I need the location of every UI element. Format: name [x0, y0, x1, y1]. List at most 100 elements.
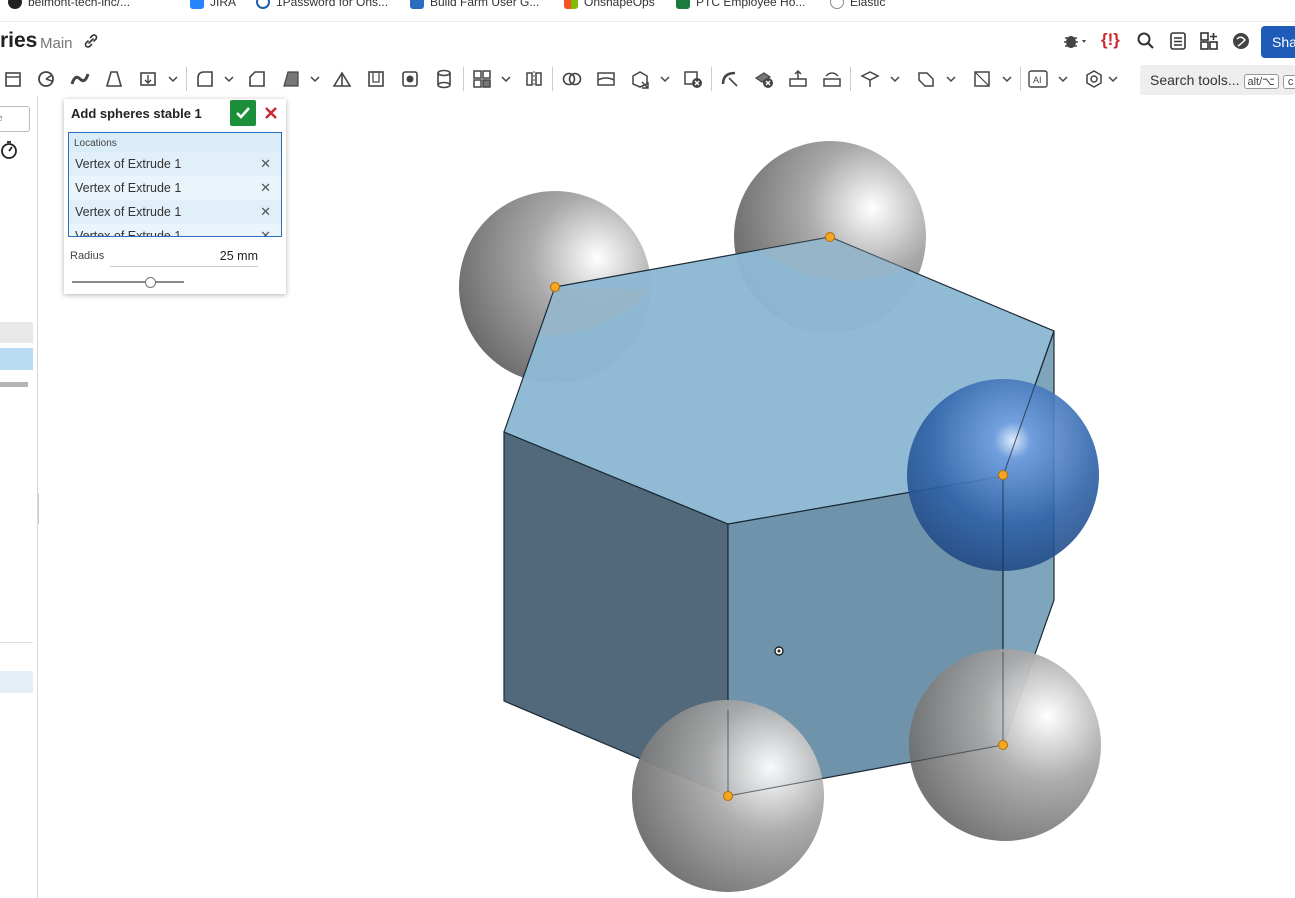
radius-slider-thumb[interactable]	[144, 277, 156, 288]
chevron-down-icon[interactable]	[946, 71, 956, 83]
cursor-target-icon	[774, 646, 784, 656]
bookmark-label: belmont-tech-inc/...	[28, 0, 131, 9]
hole-tool-icon[interactable]	[399, 68, 421, 90]
bookmark-onshapeops[interactable]: OnshapeOps	[564, 0, 655, 9]
toolbar-divider	[1020, 67, 1021, 91]
accept-button[interactable]	[230, 100, 256, 126]
location-item-label: Vertex of Extrude 1	[75, 205, 182, 219]
cancel-button[interactable]	[262, 103, 280, 123]
radius-slider-track[interactable]	[72, 281, 184, 283]
location-item[interactable]: Vertex of Extrude 1 ✕	[69, 200, 281, 224]
remove-location-icon[interactable]: ✕	[260, 156, 271, 172]
feature-toolbar: AI Search tools... alt/⌥ c	[0, 62, 1295, 96]
chevron-down-icon[interactable]	[1108, 71, 1118, 83]
notifications-icon[interactable]: {!}	[1101, 30, 1120, 50]
branch-label[interactable]: Main	[40, 35, 73, 52]
location-item[interactable]: Vertex of Extrude 1 ✕	[69, 224, 281, 236]
shell-tool-icon[interactable]	[365, 68, 387, 90]
feature-list-panel: e	[0, 96, 38, 898]
bookmark-elastic[interactable]: Elastic	[830, 0, 885, 9]
delete-face-icon[interactable]	[753, 68, 775, 90]
loft-tool-icon[interactable]	[103, 68, 125, 90]
location-item[interactable]: Vertex of Extrude 1 ✕	[69, 176, 281, 200]
fillet-tool-icon[interactable]	[194, 68, 216, 90]
move-face-icon[interactable]	[787, 68, 809, 90]
vertex-point[interactable]	[723, 791, 733, 801]
vertex-point[interactable]	[998, 470, 1008, 480]
bookmark-github[interactable]: belmont-tech-inc/...	[8, 0, 130, 9]
feature-filter-input[interactable]: e	[0, 106, 30, 132]
bookmark-label: JIRA	[210, 0, 237, 9]
draft-tool-icon[interactable]	[280, 68, 302, 90]
bookmark-build-farm[interactable]: Build Farm User G...	[410, 0, 539, 9]
share-button[interactable]: Sha	[1261, 26, 1295, 58]
chevron-down-icon[interactable]	[310, 71, 320, 83]
checklist-icon[interactable]	[1168, 31, 1188, 56]
bookmark-1password[interactable]: 1Password for Ons...	[256, 0, 388, 9]
link-icon[interactable]	[82, 32, 100, 55]
vertex-point[interactable]	[825, 232, 835, 242]
remove-location-icon[interactable]: ✕	[260, 228, 271, 236]
document-header: ries Main {!} Sha	[0, 24, 1295, 60]
delete-part-icon[interactable]	[682, 68, 704, 90]
plane-tool-icon[interactable]	[859, 68, 881, 90]
search-icon[interactable]	[1136, 31, 1156, 56]
pattern-tool-icon[interactable]	[471, 68, 493, 90]
sweep-tool-icon[interactable]	[69, 68, 91, 90]
app-store-icon[interactable]	[1199, 31, 1219, 56]
cylinder-tool-icon[interactable]	[433, 68, 455, 90]
shortcut-hint: alt/⌥	[1243, 74, 1279, 89]
chevron-down-icon[interactable]	[890, 71, 900, 83]
toolbar-divider	[463, 67, 464, 91]
panel-divider	[0, 642, 33, 643]
chevron-down-icon[interactable]	[168, 71, 178, 83]
replace-face-icon[interactable]	[821, 68, 843, 90]
feature-row[interactable]	[0, 322, 33, 343]
bookmark-ptc[interactable]: PTC Employee Ho...	[676, 0, 805, 9]
feature-row-selected[interactable]	[0, 348, 33, 370]
chamfer-tool-icon[interactable]	[246, 68, 268, 90]
locations-selection-box[interactable]: Locations Vertex of Extrude 1 ✕ Vertex of…	[68, 132, 282, 237]
remove-location-icon[interactable]: ✕	[260, 204, 271, 220]
thicken-tool-icon[interactable]	[137, 68, 159, 90]
frame-tool-icon[interactable]	[971, 68, 993, 90]
sketch-tool-icon[interactable]	[2, 68, 24, 90]
boolean-tool-icon[interactable]	[561, 68, 583, 90]
buildfarm-icon	[410, 0, 424, 9]
custom-features-icon[interactable]	[1083, 68, 1105, 90]
bookmark-jira[interactable]: JIRA	[190, 0, 236, 9]
mirror-tool-icon[interactable]	[523, 68, 545, 90]
vertex-point[interactable]	[550, 282, 560, 292]
chevron-down-icon[interactable]	[1002, 71, 1012, 83]
search-tools-input[interactable]: Search tools... alt/⌥ c	[1140, 65, 1295, 95]
chevron-down-icon[interactable]	[1058, 71, 1068, 83]
bookmark-label: 1Password for Ons...	[276, 0, 389, 9]
github-icon	[8, 0, 22, 9]
part-row[interactable]	[0, 671, 33, 693]
radius-label: Radius	[70, 250, 105, 262]
rollback-bar[interactable]	[0, 382, 28, 387]
chevron-down-icon[interactable]	[660, 71, 670, 83]
split-tool-icon[interactable]	[595, 68, 617, 90]
document-title[interactable]: ries	[0, 29, 37, 53]
revolve-tool-icon[interactable]	[35, 68, 57, 90]
chevron-down-icon[interactable]	[501, 71, 511, 83]
ai-tool-icon[interactable]: AI	[1027, 68, 1049, 90]
toolbar-divider	[711, 67, 712, 91]
vertex-point[interactable]	[998, 740, 1008, 750]
rollback-timer-icon[interactable]	[0, 140, 18, 165]
rib-tool-icon[interactable]	[331, 68, 353, 90]
location-item[interactable]: Vertex of Extrude 1 ✕	[69, 152, 281, 176]
jira-icon	[190, 0, 204, 9]
learning-center-icon[interactable]	[1231, 31, 1251, 56]
elastic-icon	[830, 0, 844, 9]
remove-location-icon[interactable]: ✕	[260, 180, 271, 196]
chevron-down-icon[interactable]	[224, 71, 234, 83]
bug-report-icon[interactable]	[1062, 31, 1092, 56]
transform-tool-icon[interactable]	[629, 68, 651, 90]
close-icon	[265, 107, 277, 119]
radius-input[interactable]: 25 mm	[110, 249, 258, 267]
modify-fillet-icon[interactable]	[719, 68, 741, 90]
toolbar-divider	[850, 67, 851, 91]
sheet-metal-icon[interactable]	[915, 68, 937, 90]
